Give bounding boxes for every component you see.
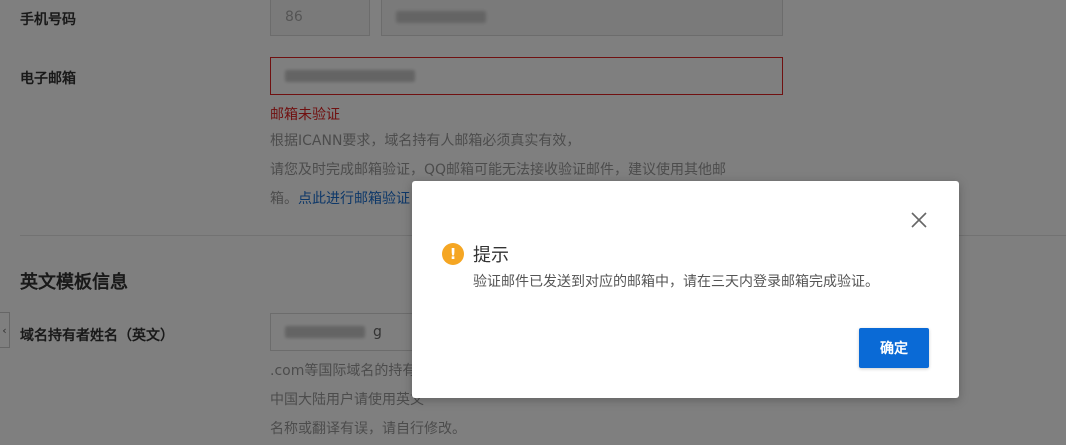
dialog-title: 提示 (473, 245, 509, 266)
close-icon[interactable] (909, 210, 929, 230)
dialog-message: 验证邮件已发送到对应的邮箱中，请在三天内登录邮箱完成验证。 (473, 274, 879, 290)
warning-icon: ! (442, 243, 464, 265)
alert-dialog: ! 提示 验证邮件已发送到对应的邮箱中，请在三天内登录邮箱完成验证。 确定 (412, 181, 959, 398)
confirm-button[interactable]: 确定 (859, 328, 929, 368)
